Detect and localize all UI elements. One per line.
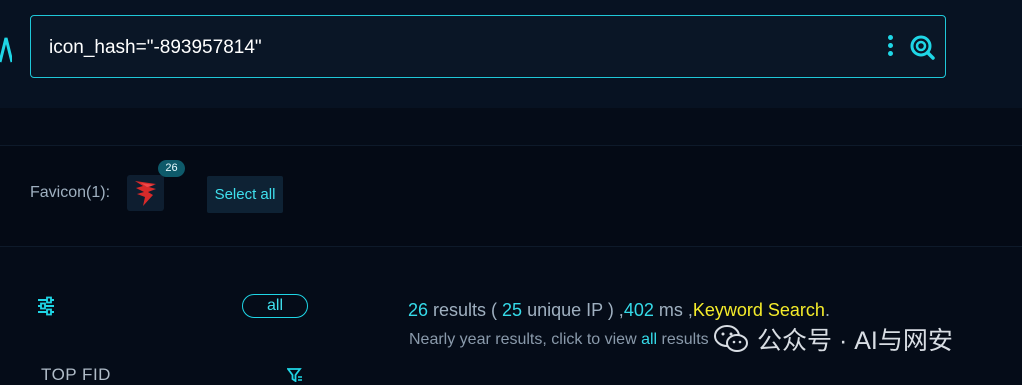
results-subline: Nearly year results, click to view all r… xyxy=(409,331,709,349)
search-icon[interactable] xyxy=(908,33,936,61)
query-time: 402 xyxy=(623,300,654,320)
results-text: results ( xyxy=(428,300,503,320)
red-favicon-icon xyxy=(135,181,156,206)
select-all-button[interactable]: Select all xyxy=(207,176,283,213)
logo-fragment-icon xyxy=(0,37,12,63)
period: . xyxy=(824,300,830,320)
watermark-text: 公众号 · AI与网安 xyxy=(757,327,953,355)
keyword-search-link[interactable]: Keyword Search xyxy=(693,300,825,320)
search-bar xyxy=(30,15,946,78)
top-fid-title: TOP FID xyxy=(41,365,111,384)
ms-text: ms , xyxy=(653,300,693,320)
watermark: 公众号 · AI与网安 xyxy=(713,322,953,356)
result-count: 26 xyxy=(408,300,429,320)
unique-ip-count: 25 xyxy=(502,300,523,320)
favicon-item[interactable] xyxy=(127,175,164,211)
all-filter-button[interactable]: all xyxy=(242,294,308,318)
filter-settings-icon[interactable] xyxy=(36,296,56,316)
subline-prefix: Nearly year results, click to view xyxy=(409,331,642,348)
favicon-label: Favicon(1): xyxy=(30,184,111,201)
view-all-link[interactable]: all xyxy=(641,331,657,348)
search-input[interactable] xyxy=(47,30,851,66)
subline-suffix: results xyxy=(657,331,709,348)
results-summary: 26 results ( 25 unique IP ) ,402 ms ,Key… xyxy=(408,300,830,321)
more-options-icon[interactable] xyxy=(884,35,896,61)
favicon-count-badge: 26 xyxy=(158,160,185,177)
unique-ip-text: unique IP ) , xyxy=(522,300,624,320)
funnel-icon[interactable] xyxy=(287,368,303,382)
wechat-icon xyxy=(714,325,748,352)
